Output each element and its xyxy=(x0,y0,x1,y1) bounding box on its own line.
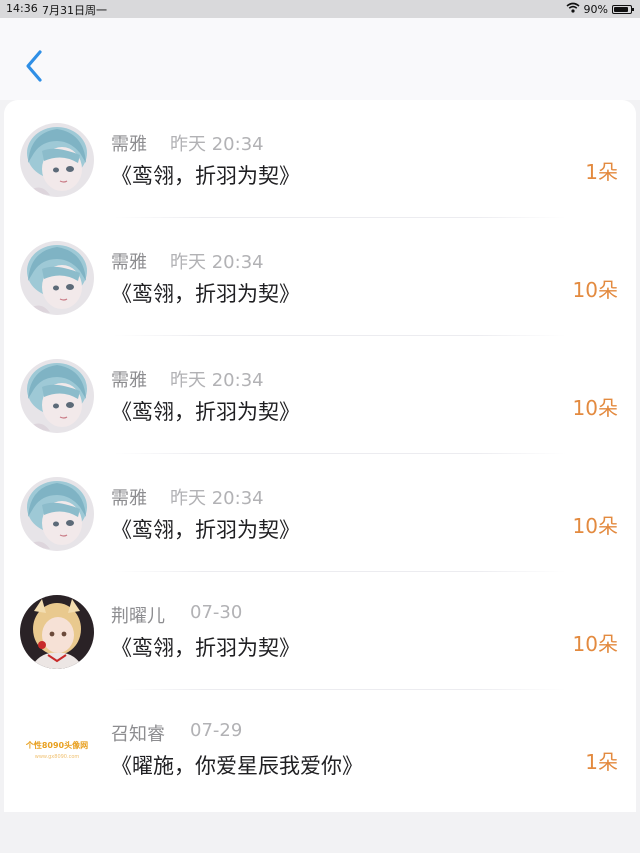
avatar[interactable] xyxy=(20,241,94,315)
status-time: 14:36 xyxy=(6,2,38,15)
sent-time: 昨天 20:34 xyxy=(170,488,264,509)
message-text: 《鸾翎，折羽为契》 xyxy=(111,518,300,542)
sender-name: 需雅 xyxy=(111,134,147,155)
battery-fill xyxy=(614,6,628,12)
avatar-watermark-subtext: www.gx8090.com xyxy=(35,754,80,760)
back-button[interactable] xyxy=(20,46,50,86)
anime-girl-avatar-image xyxy=(20,359,94,433)
sender-name: 荆曜儿 xyxy=(111,606,165,627)
status-right: 90% xyxy=(566,2,634,16)
anime-girl-avatar-image xyxy=(20,123,94,197)
list-item[interactable]: 需雅 昨天 20:34 《鸾翎，折羽为契》 1朵 xyxy=(4,100,636,218)
message-text: 《鸾翎，折羽为契》 xyxy=(111,400,300,424)
chevron-left-icon xyxy=(26,50,42,82)
anime-girl-blonde-avatar-image xyxy=(20,595,94,669)
bottom-area xyxy=(0,812,640,853)
flower-count: 1朵 xyxy=(585,160,618,184)
message-text: 《鸾翎，折羽为契》 xyxy=(111,636,300,660)
sender-name: 需雅 xyxy=(111,370,147,391)
sent-time: 昨天 20:34 xyxy=(170,252,264,273)
flower-count: 1朵 xyxy=(585,750,618,774)
avatar[interactable] xyxy=(20,359,94,433)
avatar[interactable] xyxy=(20,595,94,669)
flower-count: 10朵 xyxy=(572,278,618,302)
sender-name: 需雅 xyxy=(111,252,147,273)
wifi-icon xyxy=(566,2,580,16)
message-text: 《鸾翎，折羽为契》 xyxy=(111,282,300,306)
list-item[interactable]: 荆曜儿 07-30 《鸾翎，折羽为契》 10朵 xyxy=(4,572,636,690)
anime-girl-avatar-image xyxy=(20,241,94,315)
list-item[interactable]: 需雅 昨天 20:34 《鸾翎，折羽为契》 10朵 xyxy=(4,218,636,336)
sent-time: 07-30 xyxy=(190,602,243,623)
avatar-watermark-text: 个性8090头像网 xyxy=(25,740,88,750)
list-item[interactable]: 需雅 昨天 20:34 《鸾翎，折羽为契》 10朵 xyxy=(4,336,636,454)
watermark-avatar-image: 个性8090头像网 www.gx8090.com xyxy=(20,713,94,787)
flower-count: 10朵 xyxy=(572,396,618,420)
gift-list: 需雅 昨天 20:34 《鸾翎，折羽为契》 1朵 需雅 昨天 20:34 《鸾翎… xyxy=(4,100,636,812)
message-text: 《曜施，你爱星辰我爱你》 xyxy=(111,754,363,778)
sent-time: 昨天 20:34 xyxy=(170,370,264,391)
battery-percent: 90% xyxy=(583,2,608,16)
avatar[interactable] xyxy=(20,477,94,551)
flower-count: 10朵 xyxy=(572,514,618,538)
sender-name: 召知睿 xyxy=(111,724,165,745)
list-item[interactable]: 需雅 昨天 20:34 《鸾翎，折羽为契》 10朵 xyxy=(4,454,636,572)
flower-count: 10朵 xyxy=(572,632,618,656)
message-text: 《鸾翎，折羽为契》 xyxy=(111,164,300,188)
avatar[interactable] xyxy=(20,123,94,197)
list-item[interactable]: 个性8090头像网 www.gx8090.com 召知睿 07-29 《曜施，你… xyxy=(4,690,636,808)
nav-bar xyxy=(0,18,640,100)
status-bar: 14:36 7月31日周一 90% xyxy=(0,0,640,18)
sent-time: 昨天 20:34 xyxy=(170,134,264,155)
sender-name: 需雅 xyxy=(111,488,147,509)
anime-girl-avatar-image xyxy=(20,477,94,551)
avatar[interactable]: 个性8090头像网 www.gx8090.com xyxy=(20,713,94,787)
sent-time: 07-29 xyxy=(190,720,243,741)
battery-icon xyxy=(612,4,634,14)
status-date: 7月31日周一 xyxy=(42,4,107,17)
